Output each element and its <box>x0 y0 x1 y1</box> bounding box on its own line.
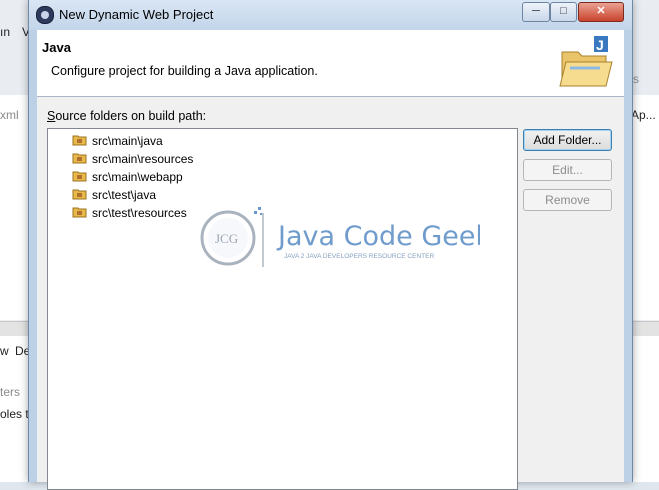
horizontal-scrollbar-right[interactable] <box>631 321 659 336</box>
tree-item[interactable]: src\main\webapp <box>72 167 183 185</box>
dialog-titlebar[interactable]: New Dynamic Web Project ─ □ ✕ <box>29 0 632 30</box>
tree-item[interactable]: src\main\java <box>72 131 163 149</box>
add-folder-button[interactable]: Add Folder... <box>523 129 612 151</box>
minimize-button[interactable]: ─ <box>522 2 550 22</box>
tree-item-label: src\test\resources <box>92 205 187 220</box>
java-code-geeks-watermark: JCG Java Code Geeks JAVA 2 JAVA DEVELOPE… <box>200 207 480 267</box>
source-folders-tree[interactable]: src\main\java src\main\resources src\mai… <box>47 128 518 490</box>
panel-label-fragment: ters <box>0 385 21 399</box>
left-editor-strip <box>0 95 28 320</box>
source-folder-icon <box>72 135 87 146</box>
remove-button[interactable]: Remove <box>523 189 612 211</box>
close-button[interactable]: ✕ <box>578 2 624 22</box>
tree-item[interactable]: src\test\java <box>72 185 156 203</box>
tree-item-label: src\test\java <box>92 187 157 202</box>
source-folders-label-text: ource folders on build path: <box>55 109 207 123</box>
editor-tab-fragment[interactable]: xml <box>0 108 19 122</box>
right-bottom-panel <box>631 335 659 482</box>
page-description: Configure project for building a Java ap… <box>51 64 318 78</box>
source-folder-icon <box>72 207 87 218</box>
watermark-name: Java Code Geeks <box>276 221 480 252</box>
source-folders-label: Source folders on build path: <box>47 109 206 123</box>
watermark-tagline: JAVA 2 JAVA DEVELOPERS RESOURCE CENTER <box>284 253 434 260</box>
toolbar-fragment: s <box>633 72 639 86</box>
tree-item[interactable]: src\main\resources <box>72 149 193 167</box>
panel-label-fragment: oles t <box>0 407 29 421</box>
edit-button[interactable]: Edit... <box>523 159 612 181</box>
view-tab-fragment[interactable]: w <box>0 344 9 358</box>
menu-fragment[interactable]: ın <box>0 25 10 39</box>
maximize-button[interactable]: □ <box>550 2 577 22</box>
eclipse-icon <box>36 6 54 24</box>
source-folder-icon <box>72 171 87 182</box>
panel-item-fragment[interactable]: Ap... <box>631 108 656 122</box>
tree-item-label: src\main\java <box>92 133 163 148</box>
horizontal-scrollbar-left[interactable] <box>0 321 28 336</box>
java-folder-icon: J <box>559 36 613 87</box>
source-folder-icon <box>72 153 87 164</box>
tree-item[interactable]: src\test\resources <box>72 203 187 221</box>
wizard-content: Source folders on build path: src\main\j… <box>37 97 624 490</box>
tree-item-label: src\main\resources <box>92 151 194 166</box>
tree-item-label: src\main\webapp <box>92 169 183 184</box>
source-folder-icon <box>72 189 87 200</box>
watermark-logo-letters: JCG <box>215 231 238 246</box>
dialog-title: New Dynamic Web Project <box>59 7 214 22</box>
svg-text:J: J <box>596 37 604 53</box>
wizard-header: Java Configure project for building a Ja… <box>37 30 624 97</box>
page-title: Java <box>42 40 71 55</box>
right-panel-strip <box>631 95 659 320</box>
